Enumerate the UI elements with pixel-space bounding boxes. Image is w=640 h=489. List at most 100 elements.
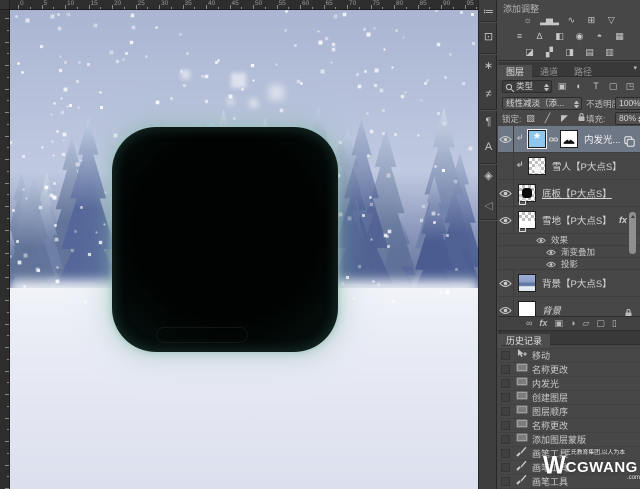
history-item[interactable]: 创建图层	[498, 391, 640, 405]
fill-value[interactable]: 80%	[615, 112, 640, 125]
vibrance-icon[interactable]: ▽	[604, 13, 618, 27]
vertical-ruler[interactable]	[0, 10, 10, 489]
hue-saturation-icon[interactable]: ≡	[512, 29, 526, 43]
clone-source-icon[interactable]: ⊡	[479, 27, 498, 47]
lock-paint-icon[interactable]: ╱	[542, 112, 553, 125]
document-canvas[interactable]	[10, 10, 478, 489]
layer-row[interactable]: 底板【P大点S】	[498, 180, 640, 207]
history-item[interactable]: 内发光	[498, 377, 640, 391]
color-balance-icon[interactable]: ∆	[532, 29, 546, 43]
cgwang-logo-icon: W	[543, 456, 564, 476]
paragraph-panel-icon[interactable]: ¶	[479, 112, 498, 132]
visibility-toggle[interactable]	[498, 180, 514, 206]
layer-thumbnail[interactable]	[518, 274, 536, 292]
history-source-checkbox[interactable]	[501, 449, 510, 458]
history-source-checkbox[interactable]	[501, 463, 510, 472]
scrollbar-thumb[interactable]	[629, 212, 636, 254]
curves-icon[interactable]: ∿	[564, 13, 578, 27]
add-mask-icon[interactable]: ▣	[554, 317, 563, 330]
ruler-tick	[5, 394, 9, 395]
new-layer-icon[interactable]: ▢	[596, 317, 605, 330]
history-source-checkbox[interactable]	[501, 365, 510, 374]
effect-row[interactable]: 投影	[498, 258, 640, 270]
brightness-contrast-icon[interactable]: ☼	[520, 13, 534, 27]
blend-mode-select[interactable]: 线性减淡（添...	[502, 97, 582, 110]
history-source-checkbox[interactable]	[501, 421, 510, 430]
audio-panel-icon[interactable]: ◁	[479, 196, 498, 216]
layer-style-icon[interactable]: fx	[539, 317, 547, 330]
filter-smart-objects-icon[interactable]: ◳	[624, 80, 636, 93]
layer-row[interactable]: 背景【P大点S】	[498, 270, 640, 297]
color-lookup-icon[interactable]: ▦	[612, 29, 626, 43]
visibility-toggle[interactable]	[498, 270, 514, 296]
history-source-checkbox[interactable]	[501, 435, 510, 444]
layer-row[interactable]: 雪人【P大点S】	[498, 153, 640, 180]
lock-position-icon[interactable]: ◤	[559, 112, 570, 125]
visibility-toggle[interactable]	[498, 297, 514, 316]
link-layers-icon[interactable]: ∞	[526, 317, 532, 330]
history-item[interactable]: 移动	[498, 349, 640, 363]
history-source-checkbox[interactable]	[501, 477, 510, 486]
photo-filter-icon[interactable]: ◉	[572, 29, 586, 43]
history-item[interactable]: 名称更改	[498, 419, 640, 433]
delete-layer-icon[interactable]: ▯	[612, 317, 617, 330]
layer-thumbnail[interactable]: *	[528, 130, 546, 148]
ruler-tick	[429, 7, 430, 9]
history-item[interactable]: 图层顺序	[498, 405, 640, 419]
history-source-checkbox[interactable]	[501, 345, 510, 346]
history-source-checkbox[interactable]	[501, 407, 510, 416]
history-item-label: 创建图层	[532, 391, 568, 404]
horizontal-ruler[interactable]: 05101520253035404550556065707580859095	[10, 0, 478, 10]
brush-icon	[514, 446, 529, 461]
3d-panel-icon[interactable]: ◈	[479, 166, 498, 186]
ruler-tick	[218, 7, 219, 9]
fx-badge[interactable]: fx	[619, 215, 627, 225]
filter-pixel-layers-icon[interactable]: ▣	[556, 80, 568, 93]
history-source-checkbox[interactable]	[501, 379, 510, 388]
opacity-value[interactable]: 100%	[615, 97, 640, 110]
selective-color-icon[interactable]: ▥	[602, 45, 616, 59]
new-group-icon[interactable]: ▱	[582, 317, 589, 330]
effects-header-row[interactable]: 效果	[498, 234, 640, 246]
layer-row[interactable]: 雪地【P大点S】fx	[498, 207, 640, 234]
lock-transparency-icon[interactable]: ▨	[525, 112, 536, 125]
visibility-toggle[interactable]	[498, 126, 514, 152]
layer-row[interactable]: *内发光...	[498, 126, 640, 153]
panel-menu-icon[interactable]: ▾	[633, 64, 637, 72]
effect-row[interactable]: 渐变叠加	[498, 246, 640, 258]
gradient-map-icon[interactable]: ▤	[582, 45, 596, 59]
history-source-checkbox[interactable]	[501, 393, 510, 402]
filter-shape-layers-icon[interactable]: ▢	[607, 80, 619, 93]
history-item[interactable]: 添加图层蒙版	[498, 433, 640, 447]
layer-thumbnail[interactable]	[528, 157, 546, 175]
posterize-icon[interactable]: ▞	[542, 45, 556, 59]
invert-icon[interactable]: ◪	[522, 45, 536, 59]
filter-kind-select[interactable]: 类型	[502, 80, 552, 93]
layer-row[interactable]: 背景	[498, 297, 640, 316]
filter-adjustment-layers-icon[interactable]: ◐	[573, 80, 585, 93]
visibility-toggle[interactable]	[498, 207, 514, 233]
character-panel-icon[interactable]: A	[479, 137, 498, 157]
state-icon	[514, 433, 529, 446]
exposure-icon[interactable]: ⊞	[584, 13, 598, 27]
mask-link-icon	[549, 130, 558, 148]
layer-thumbnail[interactable]	[518, 211, 536, 229]
history-source-checkbox[interactable]	[501, 351, 510, 360]
ruler-origin[interactable]	[0, 0, 10, 10]
blend-mode-value: 线性减淡（添...	[506, 98, 564, 108]
levels-icon[interactable]: ▂▅▂	[540, 13, 558, 27]
layer-mask-thumbnail[interactable]	[560, 130, 578, 148]
visibility-toggle[interactable]	[498, 153, 514, 179]
channel-mixer-icon[interactable]: ◓	[592, 29, 606, 43]
black-white-icon[interactable]: ◧	[552, 29, 566, 43]
filter-type-layers-icon[interactable]: T	[590, 80, 602, 93]
tool-presets-icon[interactable]: ≔	[479, 2, 498, 22]
measurement-log-icon[interactable]: ≠	[479, 84, 498, 104]
layer-thumbnail[interactable]	[518, 184, 536, 202]
threshold-icon[interactable]: ◨	[562, 45, 576, 59]
history-item[interactable]: 名称更改	[498, 363, 640, 377]
layer-thumbnail[interactable]	[518, 301, 536, 316]
new-adjustment-icon[interactable]: ◑	[570, 317, 575, 330]
hand-panel-icon[interactable]: ∗	[479, 56, 498, 76]
app-icon-artwork[interactable]	[112, 127, 338, 352]
